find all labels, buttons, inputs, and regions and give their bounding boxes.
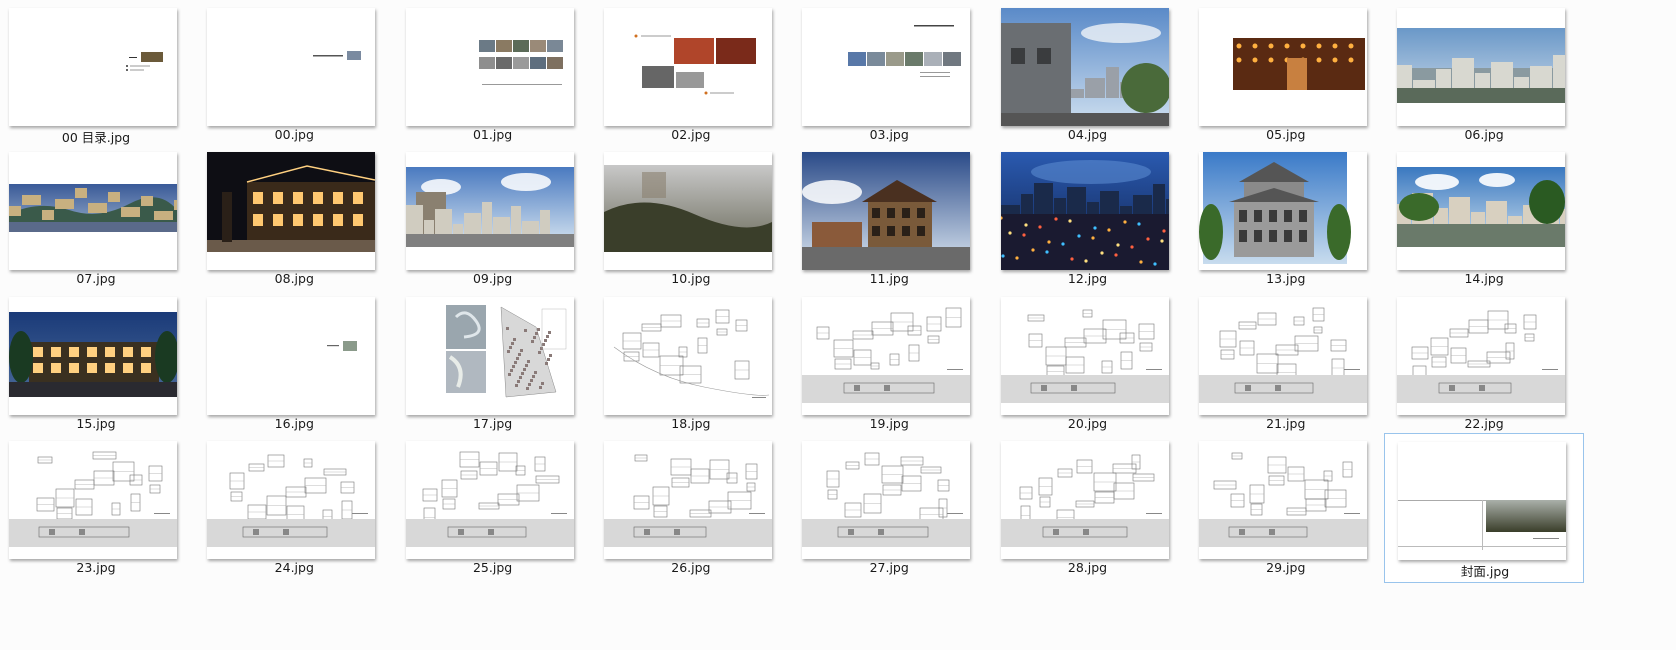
file-name-label: 23.jpg xyxy=(76,559,116,575)
file-thumbnail[interactable] xyxy=(405,440,574,559)
file-name-label: 04.jpg xyxy=(1067,127,1108,142)
file-thumbnail[interactable] xyxy=(1000,296,1169,415)
file-name-label: 01.jpg xyxy=(472,127,513,142)
file-name-label: 10.jpg xyxy=(671,271,711,287)
file-tile[interactable]: 03.jpg xyxy=(789,0,989,150)
file-thumbnail[interactable] xyxy=(207,8,376,126)
file-name-label: 12.jpg xyxy=(1067,271,1108,287)
file-name-label: 26.jpg xyxy=(671,559,711,575)
file-tile[interactable]: 15.jpg xyxy=(0,289,196,439)
file-name-label: 11.jpg xyxy=(869,271,909,287)
file-name-label: 06.jpg xyxy=(1464,127,1504,142)
file-thumbnail[interactable] xyxy=(1397,296,1566,415)
file-thumbnail[interactable] xyxy=(207,440,376,559)
file-name-label: 15.jpg xyxy=(76,415,116,431)
file-thumbnail[interactable] xyxy=(603,440,772,559)
file-name-label: 17.jpg xyxy=(472,415,513,431)
file-thumbnail[interactable] xyxy=(1398,441,1567,560)
file-tile[interactable]: 26.jpg xyxy=(591,433,791,583)
file-name-label: 24.jpg xyxy=(274,559,314,575)
file-thumbnail[interactable] xyxy=(802,152,971,271)
file-tile[interactable]: 17.jpg xyxy=(393,289,593,439)
file-tile[interactable]: 封面.jpg xyxy=(1384,432,1585,583)
file-tile[interactable]: 06.jpg xyxy=(1384,0,1584,150)
file-name-label: 20.jpg xyxy=(1067,415,1108,431)
file-thumbnail[interactable] xyxy=(1198,8,1367,126)
file-thumbnail[interactable] xyxy=(9,8,177,126)
file-thumbnail[interactable] xyxy=(9,440,177,559)
file-thumbnail[interactable] xyxy=(405,152,574,271)
file-name-label: 03.jpg xyxy=(869,127,909,142)
file-thumbnail[interactable] xyxy=(1000,152,1169,271)
file-tile[interactable]: 22.jpg xyxy=(1384,289,1584,439)
file-thumbnail[interactable] xyxy=(207,152,376,271)
file-thumbnail[interactable] xyxy=(9,296,177,415)
file-tile[interactable]: 07.jpg xyxy=(0,144,196,294)
file-thumbnail[interactable] xyxy=(1397,8,1566,126)
file-tile[interactable]: 11.jpg xyxy=(789,144,989,294)
file-tile[interactable]: 14.jpg xyxy=(1384,144,1584,294)
file-name-label: 封面.jpg xyxy=(1460,563,1510,579)
file-name-label: 08.jpg xyxy=(274,271,314,287)
file-tile[interactable]: 05.jpg xyxy=(1186,0,1386,150)
file-thumbnail[interactable] xyxy=(405,8,574,126)
file-thumbnail[interactable] xyxy=(603,8,772,126)
file-tile[interactable]: 02.jpg xyxy=(591,0,791,150)
file-name-label: 13.jpg xyxy=(1266,271,1306,287)
file-name-label: 16.jpg xyxy=(274,415,314,431)
file-thumbnail[interactable] xyxy=(603,152,772,271)
file-tile[interactable]: 27.jpg xyxy=(789,433,989,583)
file-tile[interactable]: 13.jpg xyxy=(1186,144,1386,294)
file-thumbnail[interactable] xyxy=(802,8,971,126)
file-thumbnail[interactable] xyxy=(603,296,772,415)
file-tile[interactable]: 25.jpg xyxy=(393,433,593,583)
file-thumbnail[interactable] xyxy=(1000,440,1169,559)
file-thumbnail[interactable] xyxy=(1397,152,1566,271)
file-tile[interactable]: 19.jpg xyxy=(789,289,989,439)
file-tile[interactable]: 21.jpg xyxy=(1186,289,1386,439)
file-name-label: 00 目录.jpg xyxy=(61,130,131,145)
file-thumbnail[interactable] xyxy=(1198,152,1367,271)
file-tile[interactable]: 18.jpg xyxy=(591,289,791,439)
file-tile[interactable]: 08.jpg xyxy=(194,144,394,294)
file-name-label: 05.jpg xyxy=(1266,127,1306,142)
file-name-label: 25.jpg xyxy=(472,559,513,575)
file-tile[interactable]: 04.jpg xyxy=(988,0,1188,150)
file-name-label: 29.jpg xyxy=(1266,559,1306,575)
file-thumbnail[interactable] xyxy=(405,296,574,415)
file-name-label: 00.jpg xyxy=(274,127,314,142)
file-tile[interactable]: 00 目录.jpg xyxy=(0,0,196,150)
file-name-label: 14.jpg xyxy=(1464,271,1504,287)
file-tile[interactable]: 23.jpg xyxy=(0,433,196,583)
file-tile[interactable]: 01.jpg xyxy=(393,0,593,150)
file-tile[interactable]: 12.jpg xyxy=(988,144,1188,294)
file-thumbnail[interactable] xyxy=(207,296,376,415)
file-name-label: 18.jpg xyxy=(671,415,711,431)
file-tile[interactable]: 10.jpg xyxy=(591,144,791,294)
file-thumbnail[interactable] xyxy=(1198,440,1367,559)
file-thumbnail[interactable] xyxy=(1198,296,1367,415)
file-name-label: 19.jpg xyxy=(869,415,909,431)
file-name-label: 28.jpg xyxy=(1067,559,1108,575)
file-tile[interactable]: 29.jpg xyxy=(1186,433,1386,583)
file-thumbnail[interactable] xyxy=(1000,8,1169,126)
file-thumbnail[interactable] xyxy=(802,440,971,559)
file-name-label: 07.jpg xyxy=(76,271,116,287)
file-thumbnail[interactable] xyxy=(802,296,971,415)
file-tile[interactable]: 00.jpg xyxy=(194,0,394,150)
file-tile[interactable]: 20.jpg xyxy=(988,289,1188,439)
file-thumbnail[interactable] xyxy=(9,152,177,271)
file-tile[interactable]: 16.jpg xyxy=(194,289,394,439)
file-name-label: 22.jpg xyxy=(1464,415,1504,431)
file-name-label: 27.jpg xyxy=(869,559,909,575)
file-name-label: 02.jpg xyxy=(671,127,711,142)
file-tile[interactable]: 28.jpg xyxy=(988,433,1188,583)
file-tile[interactable]: 09.jpg xyxy=(393,144,593,294)
file-name-label: 21.jpg xyxy=(1266,415,1306,431)
file-name-label: 09.jpg xyxy=(472,271,513,287)
file-tile[interactable]: 24.jpg xyxy=(194,433,394,583)
file-grid: 00 目录.jpg 00.jpg 01.jpg 02.jpg 03.jpg 04… xyxy=(0,0,1676,650)
